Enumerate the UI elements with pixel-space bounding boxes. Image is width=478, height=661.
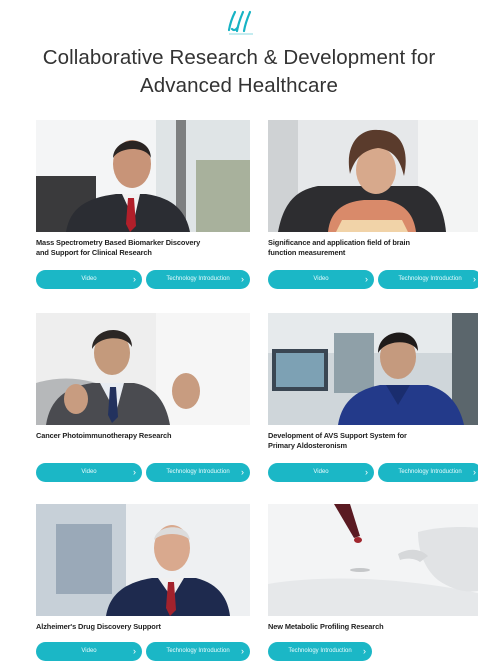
- researcher-video-thumbnail[interactable]: [36, 504, 250, 616]
- technology-introduction-button[interactable]: Technology Introduction ›: [146, 642, 250, 661]
- chevron-right-icon: ›: [133, 467, 136, 477]
- technology-introduction-button[interactable]: Technology Introduction ›: [378, 270, 478, 289]
- chevron-right-icon: ›: [473, 467, 476, 477]
- card-title: Alzheimer's Drug Discovery Support: [36, 622, 161, 631]
- card-title: Significance and application field of br…: [268, 238, 410, 257]
- chevron-right-icon: ›: [133, 646, 136, 656]
- research-video-thumbnail[interactable]: [268, 504, 478, 616]
- technology-introduction-button[interactable]: Technology Introduction ›: [146, 270, 250, 289]
- chevron-right-icon: ›: [473, 274, 476, 284]
- video-button[interactable]: Video ›: [36, 463, 142, 482]
- chevron-right-icon: ›: [241, 274, 244, 284]
- chevron-right-icon: ›: [241, 646, 244, 656]
- page-title: Collaborative Research & Development for…: [42, 46, 436, 97]
- video-button[interactable]: Video ›: [36, 270, 142, 289]
- card-title: Development of AVS Support System for Pr…: [268, 431, 407, 450]
- chevron-right-icon: ›: [241, 467, 244, 477]
- technology-introduction-button[interactable]: Technology Introduction ›: [268, 642, 372, 661]
- card-title: New Metabolic Profiling Research: [268, 622, 384, 631]
- technology-introduction-button[interactable]: Technology Introduction ›: [146, 463, 250, 482]
- card-title: Cancer Photoimmunotherapy Research: [36, 431, 172, 440]
- chevron-right-icon: ›: [363, 646, 366, 656]
- chevron-right-icon: ›: [365, 274, 368, 284]
- chevron-right-icon: ›: [365, 467, 368, 477]
- card-title: Mass Spectrometry Based Biomarker Discov…: [36, 238, 201, 257]
- researcher-video-thumbnail[interactable]: [36, 120, 250, 232]
- researcher-video-thumbnail[interactable]: [268, 313, 478, 425]
- video-button[interactable]: Video ›: [36, 642, 142, 661]
- researcher-video-thumbnail[interactable]: [36, 313, 250, 425]
- video-button[interactable]: Video ›: [268, 463, 374, 482]
- video-button[interactable]: Video ›: [268, 270, 374, 289]
- technology-introduction-button[interactable]: Technology Introduction ›: [378, 463, 478, 482]
- researcher-video-thumbnail[interactable]: [268, 120, 478, 232]
- brand-logo-icon: [226, 10, 256, 36]
- chevron-right-icon: ›: [133, 274, 136, 284]
